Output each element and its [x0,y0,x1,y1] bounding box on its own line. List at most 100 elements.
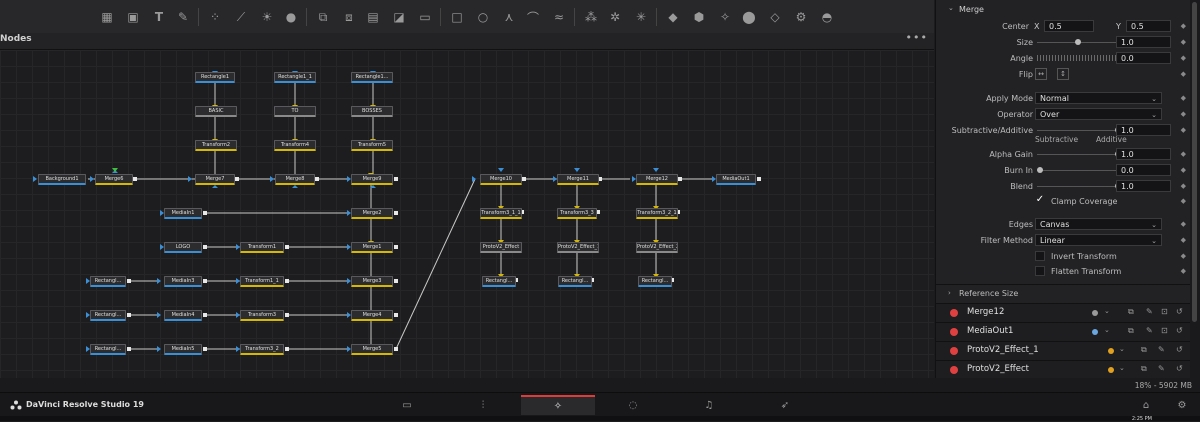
layer-row[interactable]: Merge12 ⌄ ⧉ ✎ ⊡ ↺ [936,303,1191,322]
node-rectangle-d[interactable]: Rectangl... [482,276,516,287]
keyframe-icon[interactable]: ◆ [1181,38,1186,46]
paint-icon[interactable]: ✎ [174,8,192,26]
bspline-icon[interactable]: ⋏ [500,8,518,26]
image-icon[interactable]: ▣ [124,8,142,26]
node-logo[interactable]: LOGO [164,242,202,253]
node-merge9[interactable]: Merge9 [351,174,393,185]
reset-icon[interactable]: ↺ [1176,307,1183,316]
keyframe-icon[interactable]: ◆ [1181,166,1186,174]
fairlight-page-icon[interactable]: ♫ [672,395,746,415]
merge-icon[interactable]: ⧉ [314,8,332,26]
node-protov2-effect-2[interactable]: ProtoV2_Effect_2 [636,242,678,253]
keyframe-icon[interactable]: ◆ [1181,110,1186,118]
burn-in-knob[interactable] [1037,167,1043,173]
node-background1[interactable]: Background1 [38,174,86,185]
node-transform5[interactable]: Transform5 [351,140,393,151]
burn-in-field[interactable]: 0.0 [1116,164,1171,176]
node-merge12[interactable]: Merge12 [636,174,678,185]
node-merge4[interactable]: Merge4 [351,310,393,321]
layer-row[interactable]: ProtoV2_Effect_1 ⌄ ⧉ ✎ ↺ [936,341,1191,360]
flip-vertical-icon[interactable]: ↕ [1057,68,1069,80]
reset-icon[interactable]: ↺ [1176,326,1183,335]
chevron-down-icon[interactable]: ⌄ [1119,345,1125,353]
keyframe-icon[interactable]: ◆ [1181,70,1186,78]
3d-shape-icon[interactable]: ◆ [664,8,682,26]
node-transform3-2[interactable]: Transform3_2 [240,344,284,355]
node-transform3-2-1[interactable]: Transform3_2_1 [636,208,678,219]
particle-render-icon[interactable]: ✲ [606,8,624,26]
node-merge11[interactable]: Merge11 [557,174,599,185]
chevron-down-icon[interactable]: ⌄ [1104,307,1110,315]
nodes-panel-menu-icon[interactable]: ••• [906,31,928,44]
text-icon[interactable]: T [150,8,168,26]
layer-row[interactable]: ProtoV2_Effect ⌄ ⧉ ✎ ↺ [936,360,1191,379]
flatten-transform-checkbox[interactable] [1035,266,1045,276]
merge-section-header[interactable]: ⌄ Merge [936,3,1191,19]
operator-dropdown[interactable]: Over ⌄ [1035,108,1162,120]
versions-icon[interactable]: ⧉ [1141,345,1147,355]
pin-icon[interactable]: ✎ [1158,364,1165,373]
alpha-gain-slider[interactable] [1037,151,1121,157]
node-rectangle-f[interactable]: Rectangl... [638,276,672,287]
node-merge5[interactable]: Merge5 [351,344,393,355]
chevron-down-icon[interactable]: ⌄ [1119,364,1125,372]
alpha-gain-field[interactable]: 1.0 [1116,148,1171,160]
apply-mode-dropdown[interactable]: Normal ⌄ [1035,92,1162,104]
circle-mask-icon[interactable]: ○ [474,8,492,26]
node-mediaout1[interactable]: MediaOut1 [716,174,756,185]
node-rectangle1-1[interactable]: Rectangle1_1 [274,72,316,83]
keyframe-icon[interactable]: ◆ [1181,197,1186,205]
3d-render-icon[interactable]: ⬤ [740,8,758,26]
lock-icon[interactable]: ⊡ [1161,326,1168,335]
node-rectangle-e[interactable]: Rectangl... [558,276,592,287]
keyframe-icon[interactable]: ◆ [1181,182,1186,190]
settings-gear-icon[interactable]: ⚙ [1164,395,1200,415]
reference-size-section[interactable]: › Reference Size [936,284,1191,301]
node-rectangle-c[interactable]: Rectangl... [90,344,126,355]
3d-renderer-icon[interactable]: ⚙ [792,8,810,26]
cut-page-icon[interactable]: ⫶ [446,395,520,415]
node-transform3[interactable]: Transform3 [240,310,284,321]
keyframe-icon[interactable]: ◆ [1181,267,1186,275]
blend-field[interactable]: 1.0 [1116,180,1171,192]
size-slider-knob[interactable] [1075,39,1081,45]
node-protov2-effect[interactable]: ProtoV2_Effect [480,242,522,253]
invert-transform-checkbox[interactable] [1035,251,1045,261]
deliver-page-icon[interactable]: ➶ [748,395,822,415]
node-merge7[interactable]: Merge7 [195,174,235,185]
keyframe-icon[interactable]: ◆ [1181,252,1186,260]
angle-dial[interactable] [1037,55,1119,61]
node-rectangle-a[interactable]: Rectangl... [90,276,126,287]
blend-slider[interactable] [1037,183,1121,189]
3d-text-icon[interactable]: ◓ [818,8,836,26]
keyframe-icon[interactable]: ◆ [1181,236,1186,244]
node-merge3[interactable]: Merge3 [351,276,393,287]
node-protov2-effect-1[interactable]: ProtoV2_Effect_1 [557,242,599,253]
particle-gen-icon[interactable]: ✳ [632,8,650,26]
node-mediain5[interactable]: MediaIn5 [164,344,202,355]
node-transform1[interactable]: Transform1 [240,242,284,253]
node-transform3-1-1[interactable]: Transform3_1_1 [480,208,522,219]
background-icon[interactable]: ▦ [98,8,116,26]
subtractive-additive-slider[interactable] [1037,127,1121,133]
node-merge6[interactable]: Merge6 [95,174,133,185]
burn-in-slider[interactable] [1037,167,1119,173]
3d-light-icon[interactable]: ✧ [716,8,734,26]
node-transform3-3[interactable]: Transform3_3 [557,208,597,219]
home-icon[interactable]: ⌂ [1128,395,1164,415]
color-page-icon[interactable]: ◌ [596,395,670,415]
mask-icon[interactable]: ◪ [390,8,408,26]
rect-mask-icon[interactable]: □ [448,8,466,26]
node-transform4[interactable]: Transform4 [274,140,316,151]
versions-icon[interactable]: ⧉ [1128,307,1134,317]
reset-icon[interactable]: ↺ [1176,364,1183,373]
versions-icon[interactable]: ⧉ [1128,326,1134,336]
node-transform1-1[interactable]: Transform1_1 [240,276,284,287]
keyframe-icon[interactable]: ◆ [1181,126,1186,134]
node-rectangle1[interactable]: Rectangle1 [195,72,235,83]
node-merge1[interactable]: Merge1 [351,242,393,253]
node-to[interactable]: TO [274,106,316,117]
size-field[interactable]: 1.0 [1116,36,1171,48]
node-basic[interactable]: BASIC [195,106,237,117]
edges-dropdown[interactable]: Canvas ⌄ [1035,218,1162,230]
